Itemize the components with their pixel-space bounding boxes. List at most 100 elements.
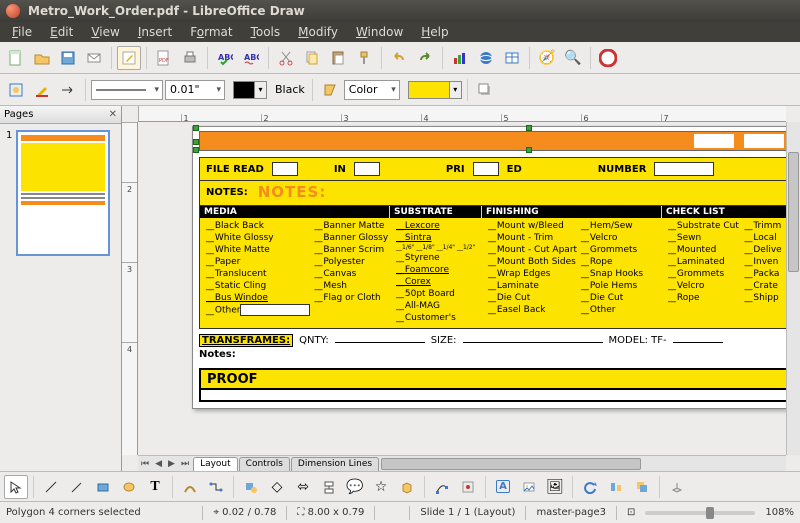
line-width-combo[interactable]: 0.01" (165, 80, 225, 100)
auto-spellcheck-button[interactable]: ABC (239, 46, 263, 70)
copy-button[interactable] (300, 46, 324, 70)
menu-modify[interactable]: Modify (290, 23, 346, 41)
glue-points-button[interactable] (456, 475, 480, 499)
line-color-label: Black (269, 83, 307, 96)
menu-edit[interactable]: Edit (42, 23, 81, 41)
arrange-button[interactable] (630, 475, 654, 499)
status-master: master-page3 (536, 507, 606, 518)
print-button[interactable] (178, 46, 202, 70)
fill-color-swatch[interactable]: ▾ (408, 81, 462, 99)
zoom-slider[interactable] (645, 511, 755, 515)
horizontal-scrollbar[interactable] (381, 458, 784, 470)
callouts-button[interactable]: 💬 (343, 475, 367, 499)
fill-mode-combo[interactable]: Color (344, 80, 400, 100)
page-view[interactable]: FILE READ IN PRIED NUMBER NOTES: NOTES: … (138, 122, 786, 455)
shadow-button[interactable] (473, 78, 497, 102)
edit-points-button[interactable] (430, 475, 454, 499)
menu-view[interactable]: View (83, 23, 127, 41)
gallery-button[interactable]: 🖼 (543, 475, 567, 499)
menubar: File Edit View Insert Format Tools Modif… (0, 22, 800, 42)
3d-objects-button[interactable] (395, 475, 419, 499)
edit-file-button[interactable] (117, 46, 141, 70)
rotate-button[interactable] (578, 475, 602, 499)
from-file-button[interactable] (517, 475, 541, 499)
vertical-scrollbar[interactable] (786, 122, 800, 455)
menu-tools[interactable]: Tools (243, 23, 289, 41)
email-button[interactable] (82, 46, 106, 70)
standard-toolbar: PDF ABC ABC 🧭 🔍 (0, 42, 800, 74)
statusbar: Polygon 4 corners selected ⌖ 0.02 / 0.78… (0, 501, 800, 523)
horizontal-ruler[interactable]: 1234567 (138, 106, 786, 122)
fontwork-button[interactable]: A (491, 475, 515, 499)
tab-nav-prev-icon[interactable]: ◀ (152, 459, 165, 469)
chart-button[interactable] (448, 46, 472, 70)
rectangle-tool-button[interactable] (91, 475, 115, 499)
alignment-button[interactable] (604, 475, 628, 499)
layer-tab-layout[interactable]: Layout (193, 457, 238, 471)
doc-orange-header[interactable] (199, 131, 786, 151)
page-thumb-number: 1 (6, 130, 12, 256)
line-style-combo[interactable] (91, 80, 163, 100)
cut-button[interactable] (274, 46, 298, 70)
doc-transframes-row[interactable]: TRANSFRAMES: QNTY: SIZE: MODEL: TF- (199, 333, 786, 347)
text-tool-button[interactable]: T (143, 475, 167, 499)
hyperlink-button[interactable] (474, 46, 498, 70)
layer-tab-controls[interactable]: Controls (239, 457, 290, 471)
export-pdf-button[interactable]: PDF (152, 46, 176, 70)
select-tool-button[interactable] (4, 475, 28, 499)
help-button[interactable] (596, 46, 620, 70)
format-paintbrush-button[interactable] (352, 46, 376, 70)
flowchart-button[interactable] (317, 475, 341, 499)
status-slide: Slide 1 / 1 (Layout) (420, 507, 515, 518)
line-color-swatch[interactable]: ▾ (233, 81, 267, 99)
line-tool-button[interactable] (39, 475, 63, 499)
layer-tab-dimension[interactable]: Dimension Lines (291, 457, 379, 471)
stars-button[interactable]: ☆ (369, 475, 393, 499)
undo-button[interactable] (387, 46, 411, 70)
tab-nav-first-icon[interactable]: ⏮ (138, 459, 152, 469)
basic-shapes-button[interactable] (239, 475, 263, 499)
symbol-shapes-button[interactable]: ◇ (265, 475, 289, 499)
doc-file-row[interactable]: FILE READ IN PRIED NUMBER (199, 157, 786, 181)
page-thumbnail[interactable] (16, 130, 110, 256)
menu-file[interactable]: File (4, 23, 40, 41)
menu-window[interactable]: Window (348, 23, 411, 41)
line-color-picker-button[interactable] (30, 78, 54, 102)
tab-nav-next-icon[interactable]: ▶ (165, 459, 178, 469)
vertical-ruler[interactable]: 2 3 4 (122, 122, 138, 455)
block-arrows-button[interactable]: ⬄ (291, 475, 315, 499)
spellcheck-button[interactable]: ABC (213, 46, 237, 70)
zoom-button[interactable]: 🔍 (561, 46, 585, 70)
doc-notes2[interactable]: Notes: (199, 349, 786, 360)
doc-notes-row[interactable]: NOTES: NOTES: (199, 181, 786, 206)
window-titlebar: Metro_Work_Order.pdf - LibreOffice Draw (0, 0, 800, 22)
paste-button[interactable] (326, 46, 350, 70)
save-button[interactable] (56, 46, 80, 70)
menu-insert[interactable]: Insert (130, 23, 180, 41)
menu-help[interactable]: Help (413, 23, 456, 41)
area-button[interactable] (318, 78, 342, 102)
curve-tool-button[interactable] (178, 475, 202, 499)
close-window-button[interactable] (6, 4, 20, 18)
menu-format[interactable]: Format (182, 23, 240, 41)
arrow-tool-button[interactable] (65, 475, 89, 499)
navigator-button[interactable]: 🧭 (535, 46, 559, 70)
arrow-style-button[interactable] (56, 78, 80, 102)
connector-tool-button[interactable] (204, 475, 228, 499)
doc-sections[interactable]: MEDIA Black Back White Glossy White Matt… (199, 206, 786, 329)
doc-proof-section[interactable]: PROOF (199, 368, 786, 402)
extrusion-button[interactable] (665, 475, 689, 499)
zoom-value[interactable]: 108% (765, 507, 794, 518)
redo-button[interactable] (413, 46, 437, 70)
tab-nav-last-icon[interactable]: ⏭ (178, 459, 192, 469)
zoom-fit-icon[interactable]: ⊡ (627, 507, 635, 518)
open-button[interactable] (30, 46, 54, 70)
new-doc-button[interactable] (4, 46, 28, 70)
pages-panel-close-icon[interactable]: ✕ (109, 109, 117, 120)
pages-panel-header: Pages ✕ (0, 106, 121, 124)
table-button[interactable] (500, 46, 524, 70)
document-page[interactable]: FILE READ IN PRIED NUMBER NOTES: NOTES: … (192, 126, 786, 409)
show-draw-functions-button[interactable] (4, 78, 28, 102)
ellipse-tool-button[interactable] (117, 475, 141, 499)
pages-panel-title: Pages (4, 109, 33, 120)
